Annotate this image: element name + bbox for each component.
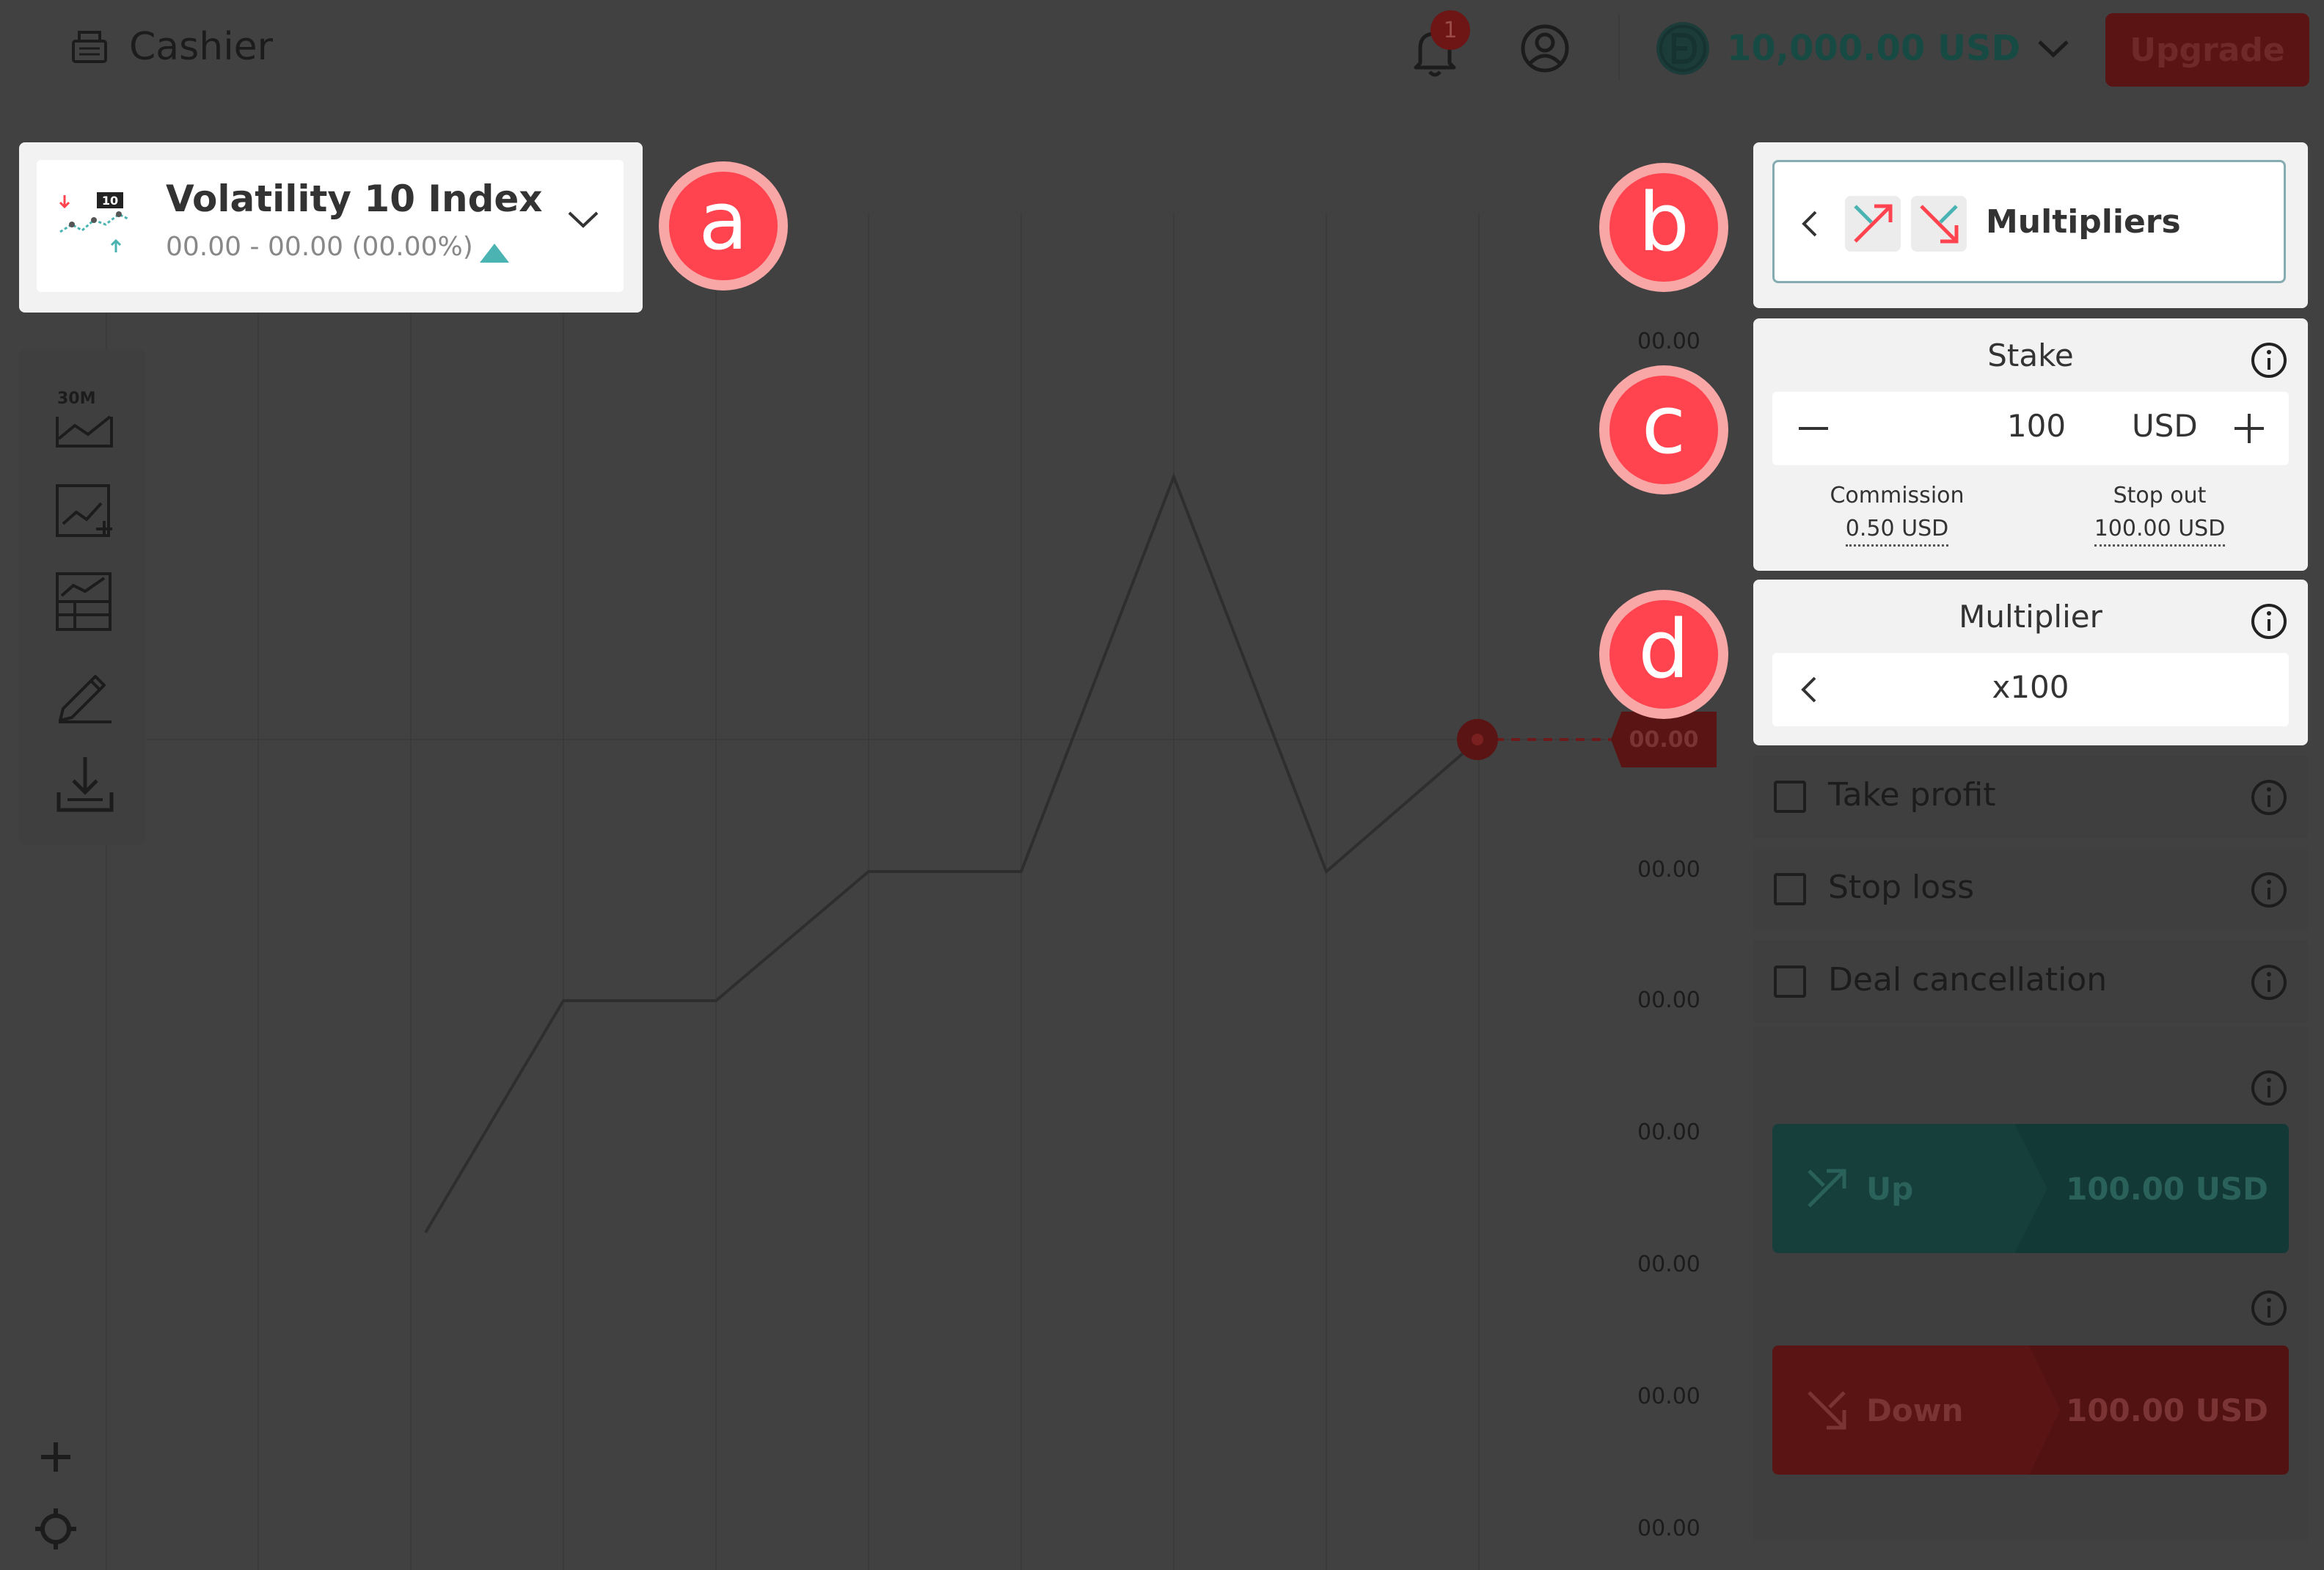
crosshair-icon[interactable] (29, 1503, 82, 1555)
stake-title: Stake (1987, 337, 2074, 373)
multiplier-title: Multiplier (1959, 599, 2102, 635)
chart-interval-icon[interactable]: 30M (53, 387, 117, 452)
increase-stake-button[interactable] (2227, 406, 2271, 450)
info-icon[interactable] (2249, 963, 2289, 1002)
purchase-area: Up 100.00 USD Down 100.00 USD (1753, 1027, 2308, 1541)
decrease-stake-button[interactable] (1791, 406, 1835, 450)
multiplier-value: x100 (1992, 669, 2069, 705)
buy-down-label: Down (1866, 1392, 1964, 1428)
stop-out-info: Stop out 100.00 USD (2035, 483, 2284, 547)
stake-value[interactable]: 100 (1992, 408, 2080, 444)
y-tick: 00.00 (1637, 1120, 1700, 1145)
cashier-label: Cashier (129, 25, 274, 69)
info-icon[interactable] (2249, 1288, 2289, 1328)
symbol-icon-badge: 10 (102, 194, 118, 208)
multiplier-down-icon (1808, 1391, 1846, 1430)
upgrade-button[interactable]: Upgrade (2105, 13, 2309, 87)
account-balance: 10,000.00 USD (1727, 28, 2021, 69)
symbol-quote: 00.00 - 00.00 (00.00%) (166, 232, 473, 262)
symbol-selector-inner[interactable]: 10 Volatility 10 Index 00.00 - 00.00 (00… (37, 160, 624, 292)
chart-toolbar: 30M (19, 349, 145, 845)
stop-out-value: 100.00 USD (2094, 516, 2226, 547)
multiplier-select[interactable]: x100 (1772, 653, 2289, 726)
y-tick: 00.00 (1637, 1384, 1700, 1409)
zoom-in-icon[interactable] (29, 1431, 82, 1483)
info-icon[interactable] (2249, 340, 2289, 380)
take-profit-label: Take profit (1828, 776, 1996, 814)
symbol-selector[interactable]: 10 Volatility 10 Index 00.00 - 00.00 (00… (19, 142, 643, 313)
info-icon[interactable] (2249, 602, 2289, 641)
multiplier-up-icon (1845, 196, 1901, 252)
price-line (424, 472, 1480, 1234)
buy-up-amount: 100.00 USD (2066, 1170, 2268, 1207)
demo-account-icon (1656, 22, 1709, 75)
buy-down-amount: 100.00 USD (2066, 1392, 2268, 1428)
trade-type-selector: Multipliers (1753, 142, 2308, 308)
chevron-down-icon (568, 211, 599, 228)
price-up-icon (480, 244, 509, 263)
info-icon[interactable] (2249, 870, 2289, 910)
stop-loss-checkbox[interactable] (1774, 873, 1806, 905)
y-tick: 00.00 (1637, 329, 1700, 354)
buy-up-button[interactable]: Up 100.00 USD (1772, 1124, 2289, 1253)
header-divider (1618, 15, 1620, 81)
user-account-icon[interactable] (1519, 22, 1571, 75)
y-tick: 00.00 (1637, 1516, 1700, 1541)
stop-loss-row[interactable]: Stop loss (1753, 848, 2308, 930)
commission-label: Commission (1830, 483, 1965, 508)
y-tick: 00.00 (1637, 1252, 1700, 1277)
account-switcher[interactable]: 10,000.00 USD (1655, 18, 2070, 79)
commission-value: 0.50 USD (1845, 516, 1949, 547)
deal-cancellation-row[interactable]: Deal cancellation (1753, 941, 2308, 1023)
chart-grid (106, 213, 1607, 1570)
info-icon[interactable] (2249, 778, 2289, 817)
annotation-marker-d: d (1599, 590, 1728, 719)
deal-cancellation-label: Deal cancellation (1828, 961, 2108, 998)
stop-out-label: Stop out (2113, 483, 2207, 508)
chevron-down-icon (2038, 40, 2069, 58)
deal-cancellation-checkbox[interactable] (1774, 965, 1806, 998)
chart-templates-icon[interactable] (53, 569, 117, 634)
volatility-index-icon: 10 (59, 192, 128, 252)
stake-input[interactable]: 100 USD (1772, 392, 2289, 465)
commission-info: Commission 0.50 USD (1772, 483, 2022, 547)
y-tick: 00.00 (1637, 987, 1700, 1013)
trade-type-name: Multipliers (1986, 203, 2181, 241)
annotation-marker-a: a (659, 161, 788, 291)
buy-down-button[interactable]: Down 100.00 USD (1772, 1346, 2289, 1475)
current-price-tag: 00.00 (1611, 712, 1717, 767)
take-profit-checkbox[interactable] (1774, 781, 1806, 813)
buy-up-label: Up (1866, 1170, 1914, 1207)
symbol-name: Volatility 10 Index (166, 178, 543, 220)
multiplier-card: Multiplier x100 (1753, 580, 2308, 745)
take-profit-row[interactable]: Take profit (1753, 756, 2308, 838)
info-icon[interactable] (2249, 1068, 2289, 1108)
top-bar: Cashier 1 10,000.00 USD Upgrade (0, 0, 2324, 95)
multiplier-up-icon (1808, 1169, 1846, 1208)
interval-label: 30M (57, 390, 96, 408)
stake-currency: USD (2132, 408, 2198, 444)
y-tick: 00.00 (1637, 857, 1700, 883)
download-icon[interactable] (53, 751, 117, 816)
drawing-tools-icon[interactable] (53, 660, 117, 725)
notification-badge: 1 (1430, 10, 1470, 50)
cashier-link[interactable]: Cashier (70, 21, 273, 73)
stop-loss-label: Stop loss (1828, 869, 1975, 906)
indicators-icon[interactable] (53, 478, 117, 543)
multiplier-down-icon (1911, 196, 1967, 252)
stake-card: Stake 100 USD Commission 0.50 USD Stop o… (1753, 318, 2308, 571)
annotation-marker-c: c (1599, 365, 1728, 494)
chevron-left-icon[interactable] (1795, 208, 1824, 240)
cashier-icon (72, 31, 107, 63)
annotation-marker-b: b (1599, 163, 1728, 292)
trade-type-button[interactable]: Multipliers (1772, 160, 2286, 283)
